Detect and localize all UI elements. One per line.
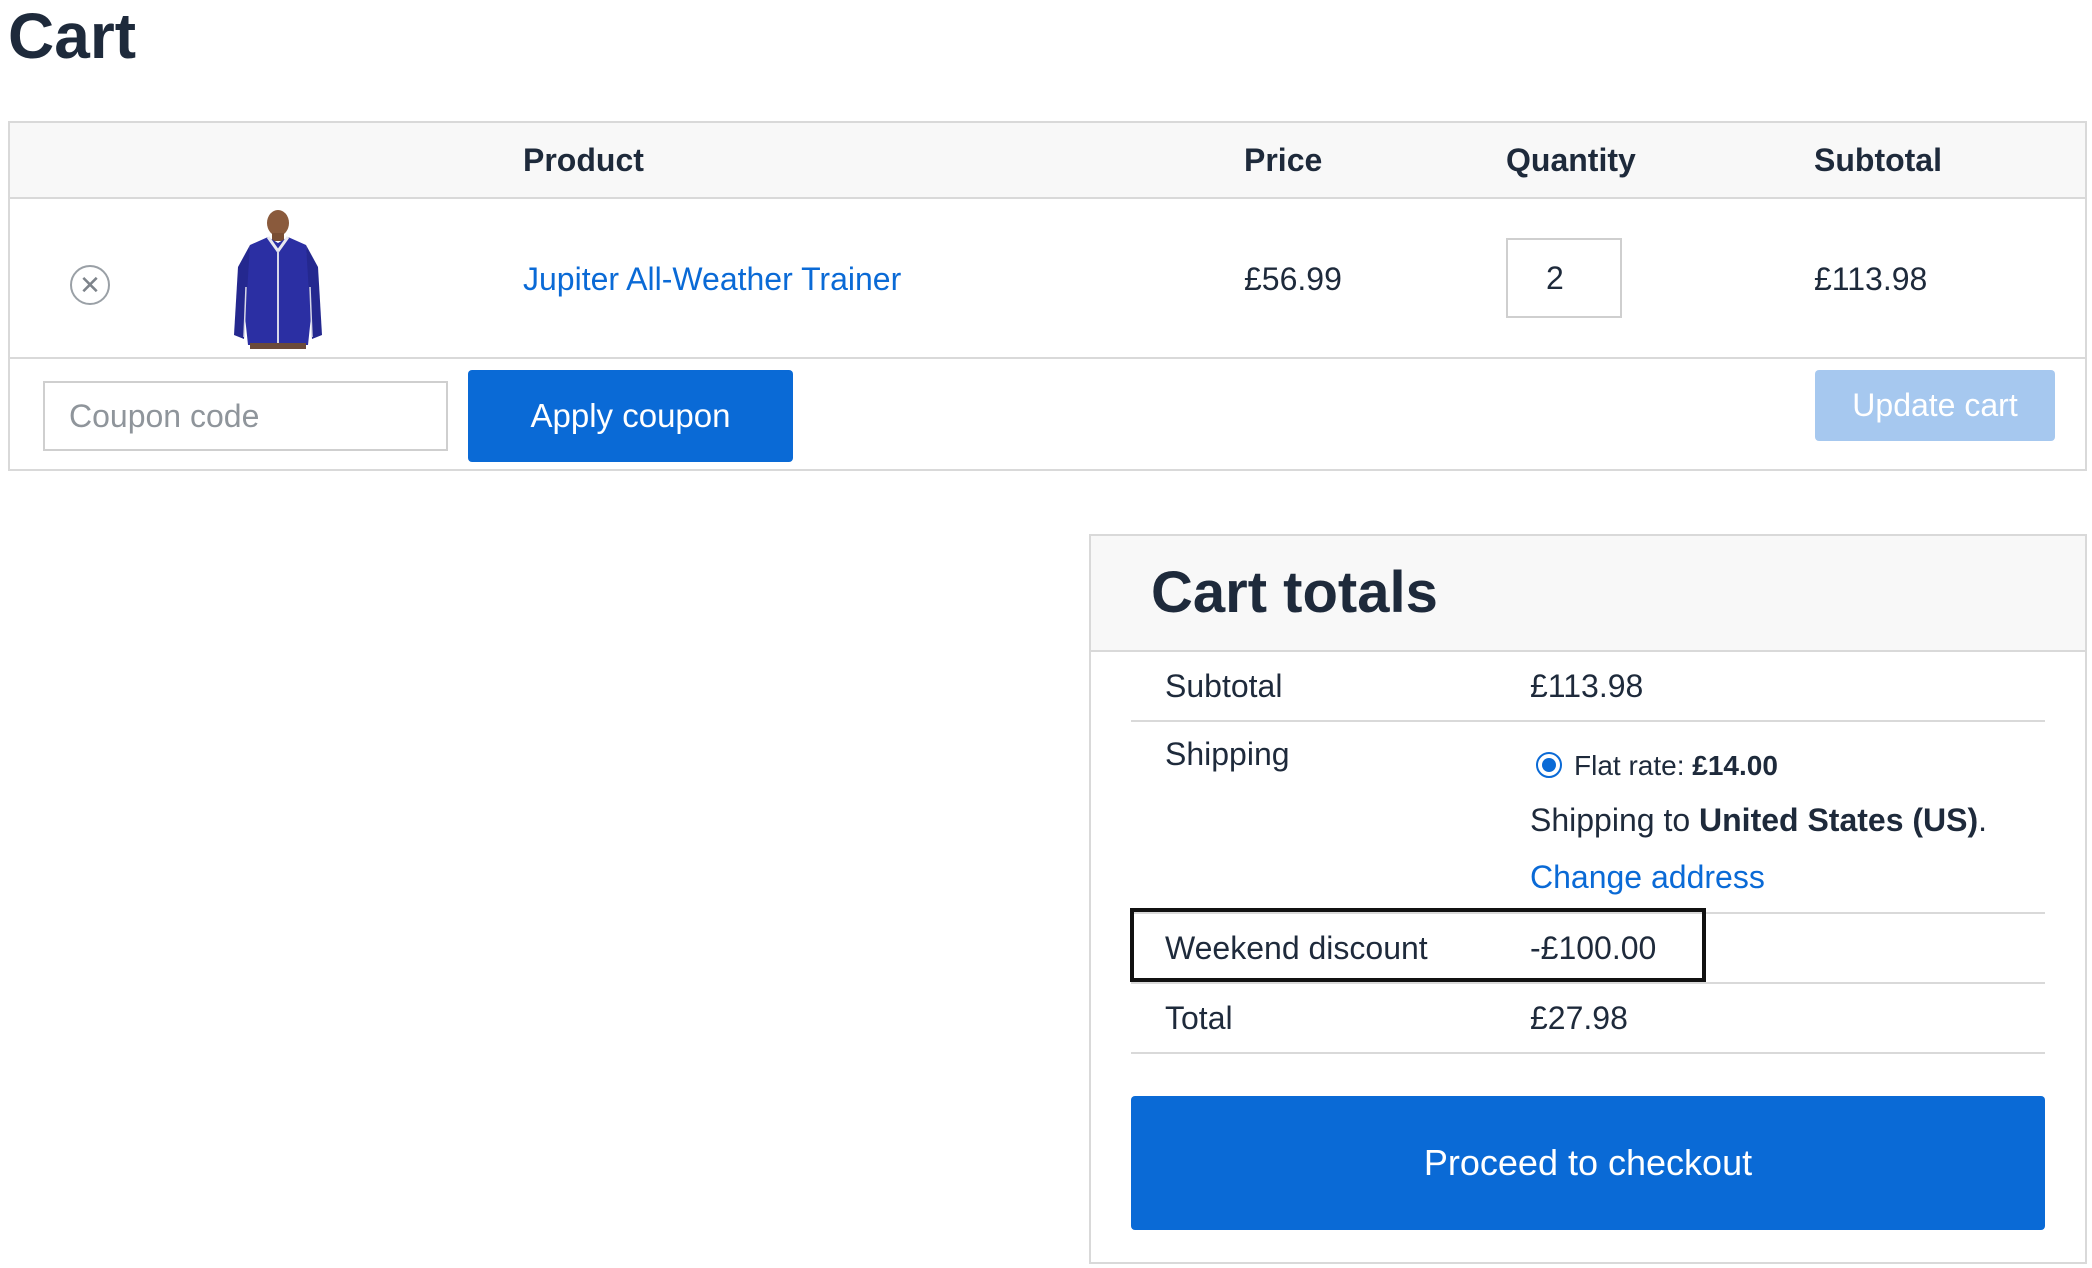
totals-row-subtotal: Subtotal £113.98 [1131,652,2045,722]
item-subtotal: £113.98 [1814,261,1928,297]
coupon-code-input[interactable] [43,381,448,451]
discount-highlight-box [1130,908,1706,982]
product-name-link[interactable]: Jupiter All-Weather Trainer [523,199,901,359]
shipping-destination: Shipping to United States (US). [1530,802,1988,838]
column-header-price: Price [1244,142,1323,178]
quantity-input[interactable] [1506,238,1622,318]
product-thumbnail[interactable] [228,207,328,349]
item-price: £56.99 [1244,261,1342,297]
shipping-country: United States (US) [1699,802,1979,838]
subtotal-label: Subtotal [1165,668,1283,704]
proceed-to-checkout-button[interactable]: Proceed to checkout [1131,1096,2045,1230]
column-header-quantity: Quantity [1506,142,1636,178]
total-label: Total [1165,1000,1233,1036]
cart-table: Product Price Quantity Subtotal ✕ Jupite… [8,121,2087,471]
cart-totals-title: Cart totals [1151,560,1438,625]
cart-actions: Apply coupon Update cart [10,359,2085,471]
totals-row-shipping: Shipping Flat rate: £14.00 Shipping to U… [1131,722,2045,914]
shipping-method-price: £14.00 [1692,750,1778,781]
column-header-product: Product [523,142,644,178]
apply-coupon-button[interactable]: Apply coupon [468,370,793,462]
cart-table-header: Product Price Quantity Subtotal [10,123,2085,199]
update-cart-button[interactable]: Update cart [1815,370,2055,441]
column-header-subtotal: Subtotal [1814,142,1942,178]
change-address-link[interactable]: Change address [1530,859,1765,896]
subtotal-value: £113.98 [1530,668,1644,704]
totals-row-total: Total £27.98 [1131,984,2045,1054]
cart-totals-header: Cart totals [1091,536,2085,652]
shipping-label: Shipping [1165,736,1290,772]
cart-totals-panel: Cart totals Subtotal £113.98 Shipping Fl… [1089,534,2087,1264]
cart-item-row: ✕ Jupiter All-Weather Trainer £56.99 £11… [10,199,2085,359]
remove-item-button[interactable]: ✕ [70,265,110,305]
shipping-method-label: Flat rate: £14.00 [1574,750,1778,781]
shipping-method-radio[interactable] [1536,752,1562,778]
page-title: Cart [8,0,137,72]
close-circle-icon: ✕ [79,270,101,300]
total-value: £27.98 [1530,1000,1628,1036]
